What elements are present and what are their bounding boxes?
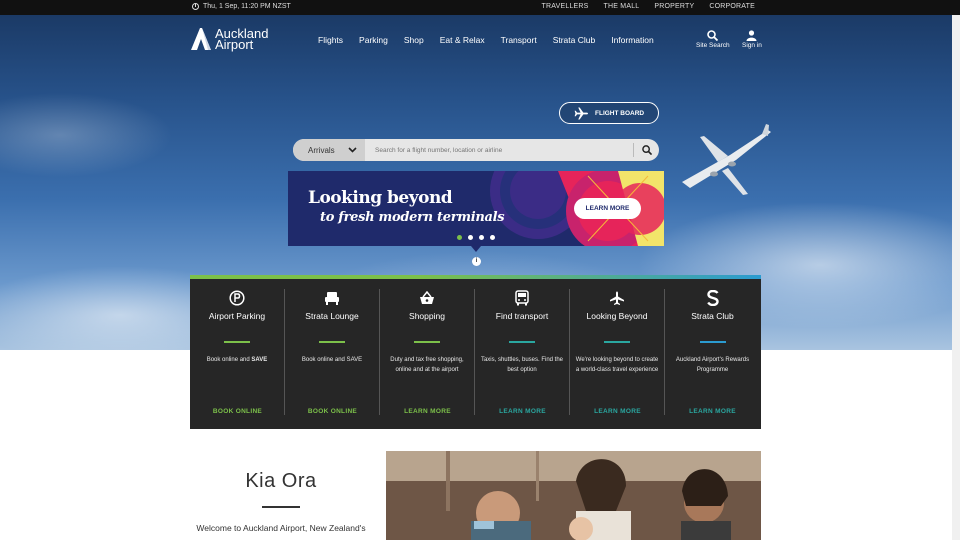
flight-search-bar: Arrivals bbox=[293, 139, 659, 161]
parking-icon bbox=[229, 290, 245, 306]
arrivals-departures-select[interactable]: Arrivals bbox=[293, 139, 365, 161]
learn-more-link[interactable]: LEARN MORE bbox=[475, 408, 570, 415]
chevron-down-icon bbox=[348, 147, 357, 153]
flight-board-button[interactable]: FLIGHT BOARD bbox=[559, 102, 659, 124]
shopping-basket-icon bbox=[420, 291, 434, 304]
family-welcome-photo bbox=[386, 451, 761, 540]
flight-search-submit[interactable] bbox=[633, 143, 659, 157]
learn-more-link[interactable]: LEARN MORE bbox=[665, 408, 760, 415]
service-title: Looking Beyond bbox=[586, 311, 648, 321]
nav-strata-club[interactable]: Strata Club bbox=[553, 35, 596, 45]
airplane-image bbox=[682, 124, 771, 195]
banner-headline: Looking beyond bbox=[308, 188, 453, 208]
flight-search-input[interactable] bbox=[365, 139, 633, 161]
intro-text: Welcome to Auckland Airport, New Zealand… bbox=[196, 523, 366, 533]
local-time: Thu, 1 Sep, 11:20 PM NZST bbox=[192, 3, 291, 10]
service-description: Auckland Airport's Rewards Programme bbox=[675, 357, 750, 373]
sign-in-label: Sign in bbox=[742, 42, 762, 49]
service-accent-bar bbox=[509, 341, 535, 343]
service-title: Shopping bbox=[409, 311, 445, 321]
service-card-strata-lounge[interactable]: Strata Lounge Book online and SAVE BOOK … bbox=[285, 289, 380, 415]
site-search-label: Site Search bbox=[696, 42, 730, 49]
panel-color-stripe bbox=[190, 275, 761, 279]
banner-subheadline: to fresh modern terminals bbox=[320, 210, 505, 225]
book-online-link[interactable]: BOOK ONLINE bbox=[285, 408, 380, 415]
lounge-icon bbox=[325, 292, 339, 305]
sign-in-button[interactable]: Sign in bbox=[742, 30, 762, 49]
search-icon bbox=[707, 30, 719, 41]
service-description: Taxis, shuttles, buses. Find the best op… bbox=[480, 357, 564, 373]
search-icon bbox=[641, 145, 652, 155]
page-scrollbar[interactable] bbox=[952, 15, 960, 540]
photo-illustration bbox=[386, 451, 761, 540]
datetime-text: Thu, 1 Sep, 11:20 PM NZST bbox=[203, 3, 291, 10]
user-icon bbox=[746, 30, 757, 41]
flight-board-label: FLIGHT BOARD bbox=[595, 109, 645, 117]
top-utility-bar: Thu, 1 Sep, 11:20 PM NZST TRAVELLERS THE… bbox=[0, 0, 960, 15]
learn-more-link[interactable]: LEARN MORE bbox=[380, 408, 475, 415]
info-icon[interactable]: i bbox=[472, 257, 481, 266]
bus-icon bbox=[515, 290, 529, 306]
heading-divider bbox=[262, 506, 300, 508]
service-title: Strata Club bbox=[691, 311, 734, 321]
service-title: Airport Parking bbox=[208, 311, 266, 321]
link-travellers[interactable]: TRAVELLERS bbox=[542, 3, 589, 10]
carousel-dot-2[interactable] bbox=[468, 235, 473, 240]
strata-s-icon bbox=[706, 290, 719, 306]
logo-a-icon bbox=[191, 28, 211, 50]
plane-icon bbox=[610, 291, 624, 305]
nav-flights[interactable]: Flights bbox=[318, 35, 343, 45]
service-accent-bar bbox=[319, 341, 345, 343]
carousel-dots bbox=[457, 235, 495, 240]
site-search-button[interactable]: Site Search bbox=[696, 30, 730, 49]
nav-transport[interactable]: Transport bbox=[501, 35, 537, 45]
service-card-airport-parking[interactable]: Airport Parking Book online and SAVE BOO… bbox=[190, 289, 285, 415]
service-description: We're looking beyond to create a world-c… bbox=[575, 357, 659, 373]
banner-learn-more-button[interactable]: LEARN MORE bbox=[574, 198, 641, 219]
services-panel: Airport Parking Book online and SAVE BOO… bbox=[190, 275, 761, 429]
link-corporate[interactable]: CORPORATE bbox=[709, 3, 755, 10]
banner-pointer bbox=[471, 246, 481, 252]
service-card-shopping[interactable]: Shopping Duty and tax free shopping, onl… bbox=[380, 289, 475, 415]
main-nav: Flights Parking Shop Eat & Relax Transpo… bbox=[318, 35, 654, 45]
nav-shop[interactable]: Shop bbox=[404, 35, 424, 45]
link-property[interactable]: PROPERTY bbox=[654, 3, 694, 10]
service-description: Book online and SAVE bbox=[301, 357, 363, 363]
learn-more-link[interactable]: LEARN MORE bbox=[570, 408, 665, 415]
carousel-dot-4[interactable] bbox=[490, 235, 495, 240]
service-accent-bar bbox=[604, 341, 630, 343]
audience-links: TRAVELLERS THE MALL PROPERTY CORPORATE bbox=[542, 3, 755, 10]
carousel-dot-3[interactable] bbox=[479, 235, 484, 240]
service-description: Duty and tax free shopping, online and a… bbox=[390, 357, 464, 373]
clock-icon bbox=[192, 3, 199, 10]
link-the-mall[interactable]: THE MALL bbox=[604, 3, 640, 10]
service-accent-bar bbox=[699, 341, 726, 343]
plane-icon bbox=[574, 106, 588, 120]
nav-eat-relax[interactable]: Eat & Relax bbox=[440, 35, 485, 45]
service-accent-bar bbox=[224, 341, 250, 343]
select-value: Arrivals bbox=[308, 145, 335, 155]
service-card-strata-club[interactable]: Strata Club Auckland Airport's Rewards P… bbox=[665, 289, 760, 415]
carousel-dot-1[interactable] bbox=[457, 235, 462, 240]
nav-parking[interactable]: Parking bbox=[359, 35, 388, 45]
intro-heading: Kia Ora bbox=[245, 470, 317, 492]
service-title: Find transport bbox=[495, 311, 549, 321]
service-accent-bar bbox=[414, 341, 440, 343]
service-description: Book online and SAVE bbox=[206, 357, 268, 363]
book-online-link[interactable]: BOOK ONLINE bbox=[190, 408, 285, 415]
service-card-find-transport[interactable]: Find transport Taxis, shuttles, buses. F… bbox=[475, 289, 570, 415]
nav-information[interactable]: Information bbox=[611, 35, 654, 45]
service-title: Strata Lounge bbox=[305, 311, 359, 321]
service-card-looking-beyond[interactable]: Looking Beyond We're looking beyond to c… bbox=[570, 289, 665, 415]
auckland-airport-logo[interactable]: Auckland Airport bbox=[191, 27, 268, 51]
